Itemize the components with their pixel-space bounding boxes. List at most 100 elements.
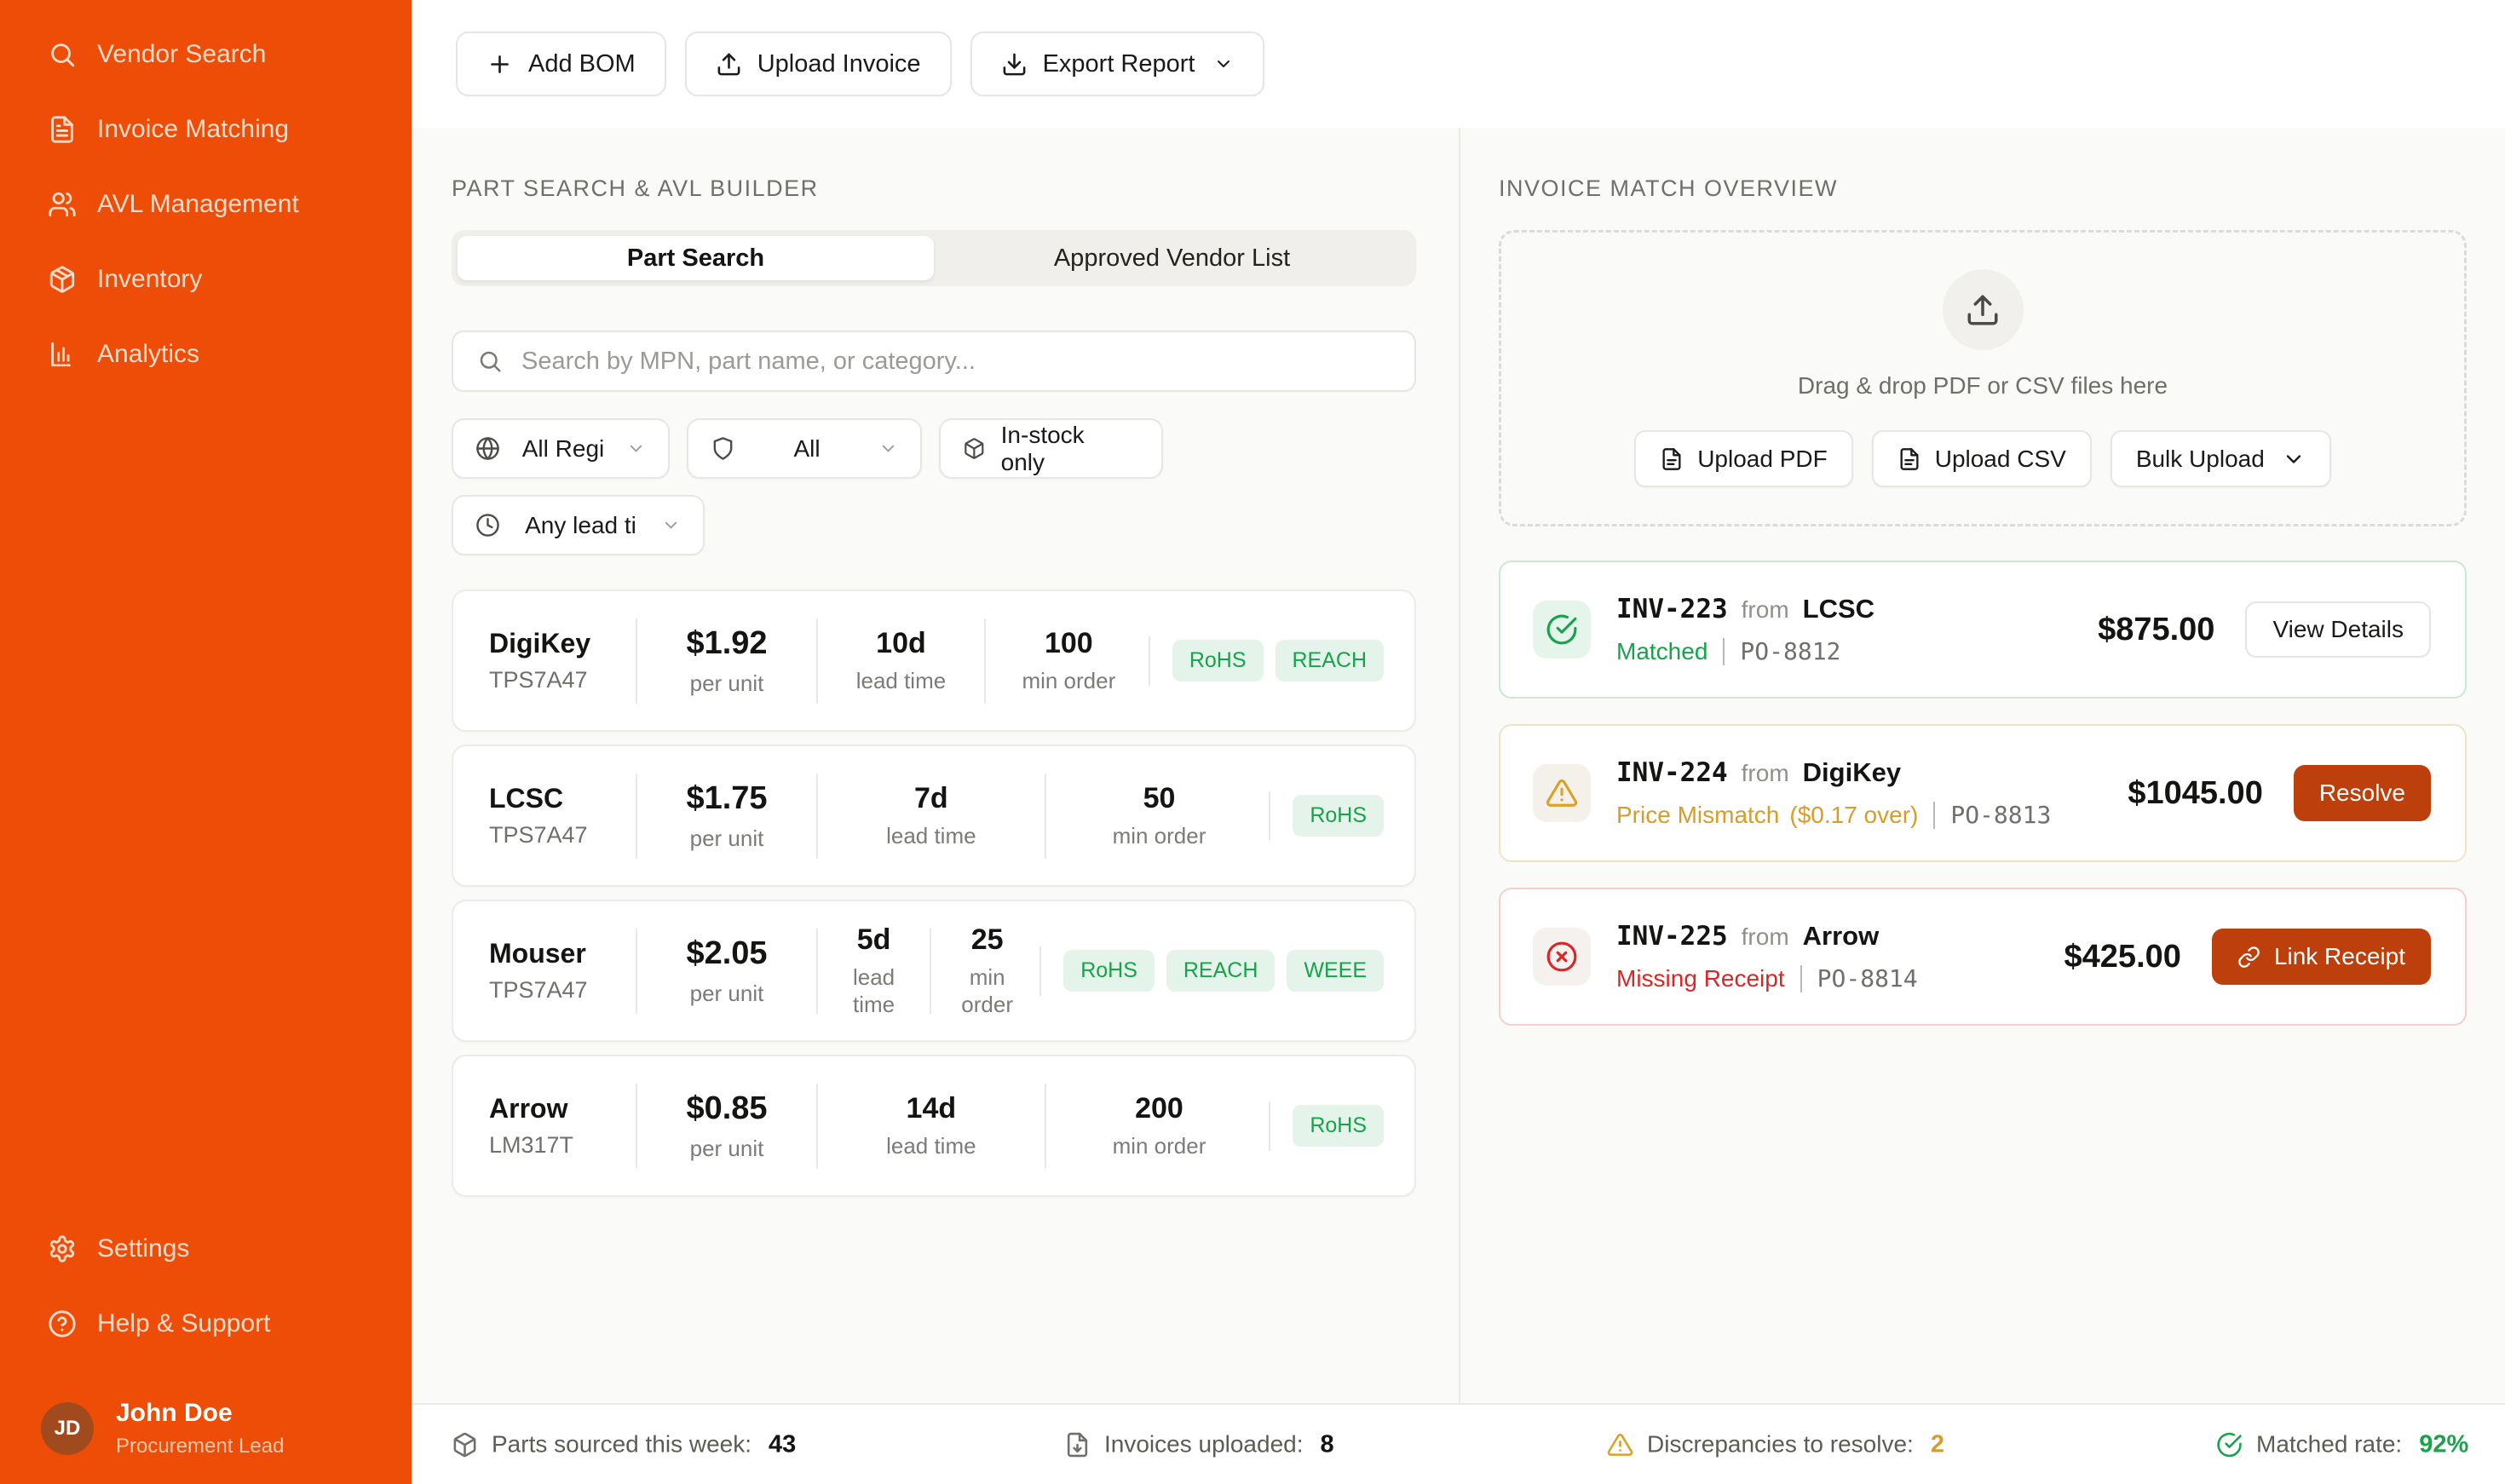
upload-buttons: Upload PDF Upload CSV Bulk Upload xyxy=(1634,430,2331,487)
sidebar-item-inventory[interactable]: Inventory xyxy=(0,242,412,317)
sidebar-item-vendor-search[interactable]: Vendor Search xyxy=(0,17,412,92)
region-filter-label: All Regi xyxy=(522,435,604,463)
part-vendor-block: Mouser TPS7A47 xyxy=(489,938,610,1004)
upload-csv-button[interactable]: Upload CSV xyxy=(1872,430,2092,487)
check-circle-icon xyxy=(2216,1431,2243,1458)
user-profile[interactable]: JD John Doe Procurement Lead xyxy=(0,1399,412,1458)
invoice-card-inv-225[interactable]: INV-225 from Arrow Missing Receipt PO-88… xyxy=(1499,888,2467,1026)
top-toolbar: Add BOM Upload Invoice Export Report xyxy=(412,0,2505,128)
invoice-po: PO-8814 xyxy=(1817,964,1918,992)
download-icon xyxy=(1001,51,1028,78)
upload-invoice-button[interactable]: Upload Invoice xyxy=(685,32,952,96)
part-card-mouser[interactable]: Mouser TPS7A47 $2.05 per unit 5d lead ti… xyxy=(452,900,1416,1042)
status-bar: Parts sourced this week: 43 Invoices upl… xyxy=(412,1403,2505,1484)
part-lead: 10d xyxy=(844,626,959,661)
invoice-po: PO-8812 xyxy=(1740,637,1840,665)
divider xyxy=(1039,946,1041,996)
sidebar-item-help-support[interactable]: Help & Support xyxy=(0,1286,412,1361)
export-report-button[interactable]: Export Report xyxy=(970,32,1265,96)
in-stock-toggle[interactable]: In-stock only xyxy=(939,418,1163,479)
invoice-from-label: from xyxy=(1742,760,1789,787)
bulk-upload-label: Bulk Upload xyxy=(2136,446,2265,473)
sidebar-item-label: Help & Support xyxy=(97,1309,270,1338)
sidebar-item-settings[interactable]: Settings xyxy=(0,1211,412,1286)
lead-time-filter-label: Any lead ti xyxy=(525,512,636,539)
sidebar: Vendor Search Invoice Matching AVL Manag… xyxy=(0,0,412,1484)
compliance-badge: RoHS xyxy=(1172,640,1264,682)
file-text-icon xyxy=(48,115,77,144)
view-details-button[interactable]: View Details xyxy=(2245,601,2431,658)
main-area: Add BOM Upload Invoice Export Report PAR… xyxy=(412,0,2505,1484)
divider xyxy=(1800,965,1802,992)
compliance-badge: RoHS xyxy=(1293,1105,1384,1147)
part-lead-block: 10d lead time xyxy=(844,626,959,694)
tab-part-search[interactable]: Part Search xyxy=(458,236,934,280)
sidebar-item-analytics[interactable]: Analytics xyxy=(0,317,412,392)
part-mpn: LM317T xyxy=(489,1132,610,1159)
bulk-upload-button[interactable]: Bulk Upload xyxy=(2111,430,2331,487)
invoice-id: INV-224 xyxy=(1616,757,1728,788)
link-receipt-button[interactable]: Link Receipt xyxy=(2212,929,2431,985)
add-bom-button[interactable]: Add BOM xyxy=(456,32,666,96)
part-search-input[interactable] xyxy=(521,348,1391,376)
filter-row: All Regi All In-stock only Any le xyxy=(452,418,1416,555)
users-icon xyxy=(48,190,77,219)
invoice-po: PO-8813 xyxy=(1950,801,2051,829)
tab-approved-vendor-list[interactable]: Approved Vendor List xyxy=(934,236,1410,280)
check-circle-icon xyxy=(1546,613,1578,646)
content: PART SEARCH & AVL BUILDER Part Search Ap… xyxy=(412,128,2505,1403)
upload-pdf-label: Upload PDF xyxy=(1697,446,1828,473)
alert-triangle-icon xyxy=(1607,1431,1633,1458)
part-price: $0.85 xyxy=(663,1090,791,1129)
part-mpn: TPS7A47 xyxy=(489,667,610,693)
part-price-block: $0.85 per unit xyxy=(663,1090,791,1162)
file-dropzone[interactable]: Drag & drop PDF or CSV files here Upload… xyxy=(1499,230,2467,526)
sidebar-item-label: Invoice Matching xyxy=(97,115,289,144)
part-lead: 5d xyxy=(844,923,904,958)
add-bom-label: Add BOM xyxy=(528,50,636,78)
compliance-filter[interactable]: All xyxy=(687,418,922,479)
upload-pdf-button[interactable]: Upload PDF xyxy=(1634,430,1853,487)
part-moq-block: 50 min order xyxy=(1072,781,1247,849)
invoice-vendor: DigiKey xyxy=(1803,757,1901,788)
part-lead-label: lead time xyxy=(844,667,959,695)
part-lead-label: lead time xyxy=(844,822,1019,850)
invoice-id: INV-223 xyxy=(1616,594,1728,624)
part-card-digikey[interactable]: DigiKey TPS7A47 $1.92 per unit 10d lead … xyxy=(452,590,1416,732)
invoice-card-inv-223[interactable]: INV-223 from LCSC Matched PO-8812 $875.0… xyxy=(1499,561,2467,699)
upload-circle xyxy=(1943,269,2024,350)
sidebar-item-label: Settings xyxy=(97,1234,189,1263)
bar-chart-icon xyxy=(48,340,77,369)
part-card-arrow[interactable]: Arrow LM317T $0.85 per unit 14d lead tim… xyxy=(452,1055,1416,1197)
compliance-badge: REACH xyxy=(1166,950,1276,992)
lead-time-filter[interactable]: Any lead ti xyxy=(452,495,705,555)
in-stock-toggle-label: In-stock only xyxy=(1001,422,1124,476)
part-moq: 200 xyxy=(1072,1091,1247,1126)
part-price-label: per unit xyxy=(663,1135,791,1163)
compliance-badges: RoHS xyxy=(1293,795,1384,837)
file-down-icon xyxy=(1064,1431,1091,1458)
part-card-lcsc[interactable]: LCSC TPS7A47 $1.75 per unit 7d lead time xyxy=(452,745,1416,887)
help-circle-icon xyxy=(48,1309,77,1338)
part-lead-block: 14d lead time xyxy=(844,1091,1019,1159)
part-price-label: per unit xyxy=(663,670,791,698)
file-icon xyxy=(1897,447,1921,471)
resolve-button[interactable]: Resolve xyxy=(2294,765,2431,821)
region-filter[interactable]: All Regi xyxy=(452,418,670,479)
compliance-badge: WEEE xyxy=(1287,950,1384,992)
part-lead: 14d xyxy=(844,1091,1019,1126)
part-vendor: DigiKey xyxy=(489,628,610,659)
sidebar-item-avl-management[interactable]: AVL Management xyxy=(0,167,412,242)
user-name: John Doe xyxy=(116,1399,284,1428)
sidebar-item-invoice-matching[interactable]: Invoice Matching xyxy=(0,92,412,167)
invoice-card-inv-224[interactable]: INV-224 from DigiKey Price Mismatch ($0.… xyxy=(1499,724,2467,862)
dropzone-text: Drag & drop PDF or CSV files here xyxy=(1798,372,2168,400)
compliance-badges: RoHS REACH WEEE xyxy=(1063,950,1384,992)
upload-icon xyxy=(716,51,742,78)
part-moq-label: min order xyxy=(1011,667,1126,695)
part-mpn: TPS7A47 xyxy=(489,822,610,848)
divider xyxy=(636,774,637,859)
invoice-body: INV-223 from LCSC Matched PO-8812 xyxy=(1616,594,1874,665)
invoice-amount: $875.00 xyxy=(2098,612,2245,648)
divider xyxy=(816,929,818,1014)
